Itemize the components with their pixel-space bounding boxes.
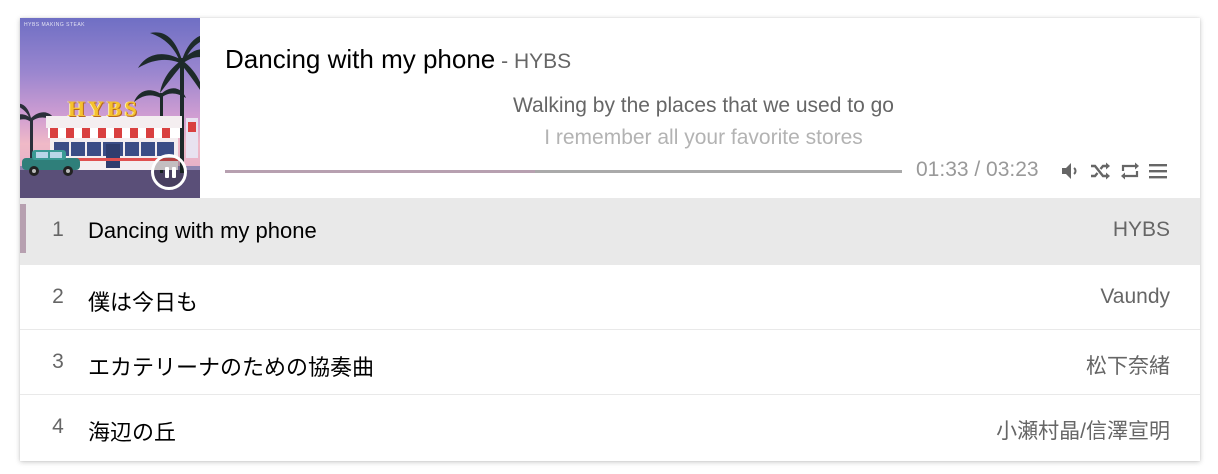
title-line: Dancing with my phone - HYBS — [225, 44, 571, 75]
track-artist: Vaundy — [1100, 285, 1170, 308]
track-artist: 小瀬村晶/信澤宣明 — [996, 420, 1170, 443]
song-title: Dancing with my phone — [225, 44, 496, 74]
track-artist: HYBS — [1112, 218, 1170, 241]
menu-icon[interactable] — [1146, 159, 1170, 183]
track-artist: 松下奈緒 — [1086, 355, 1170, 378]
lyric-next-line: I remember all your favorite stores — [544, 126, 863, 149]
repeat-icon[interactable] — [1118, 159, 1142, 183]
track-title: 僕は今日も — [88, 290, 199, 315]
track-title: Dancing with my phone — [88, 218, 317, 243]
music-player: HYBS MAKING STEAK HYBS Dancing with my p… — [20, 18, 1200, 461]
album-cover: HYBS MAKING STEAK HYBS — [20, 18, 200, 198]
track-number: 1 — [52, 218, 64, 241]
track-title: 海辺の丘 — [88, 420, 177, 445]
pause-button[interactable] — [151, 154, 187, 190]
track-title: エカテリーナのための協奏曲 — [88, 355, 375, 380]
track-number: 4 — [52, 415, 64, 438]
cover-tagline: HYBS MAKING STEAK — [24, 22, 86, 28]
track-number: 2 — [52, 285, 64, 308]
time-display: 01:33 / 03:23 — [916, 158, 1039, 181]
cover-band-logo: HYBS — [68, 96, 140, 121]
progress-played — [225, 170, 536, 173]
playlist-item[interactable]: 1 Dancing with my phone HYBS — [20, 198, 1200, 264]
track-number: 3 — [52, 350, 64, 373]
volume-icon[interactable] — [1059, 159, 1083, 183]
shuffle-icon[interactable] — [1088, 159, 1112, 183]
now-playing-panel: HYBS MAKING STEAK HYBS Dancing with my p… — [20, 18, 1200, 198]
lyrics-panel: Walking by the places that we used to go… — [225, 90, 1182, 152]
playlist-item[interactable]: 3 エカテリーナのための協奏曲 松下奈緒 — [20, 329, 1200, 394]
lyric-current-line: Walking by the places that we used to go — [513, 94, 894, 117]
progress-bar[interactable] — [225, 170, 902, 173]
song-artist: HYBS — [513, 50, 572, 73]
track-info: Dancing with my phone - HYBS Walking by … — [225, 18, 1200, 198]
playlist: 1 Dancing with my phone HYBS 2 僕は今日も Vau… — [20, 198, 1200, 459]
playlist-item[interactable]: 2 僕は今日も Vaundy — [20, 264, 1200, 329]
player-controls: 01:33 / 03:23 — [225, 156, 1182, 186]
title-separator: - — [495, 50, 514, 73]
playlist-item[interactable]: 4 海辺の丘 小瀬村晶/信澤宣明 — [20, 394, 1200, 459]
